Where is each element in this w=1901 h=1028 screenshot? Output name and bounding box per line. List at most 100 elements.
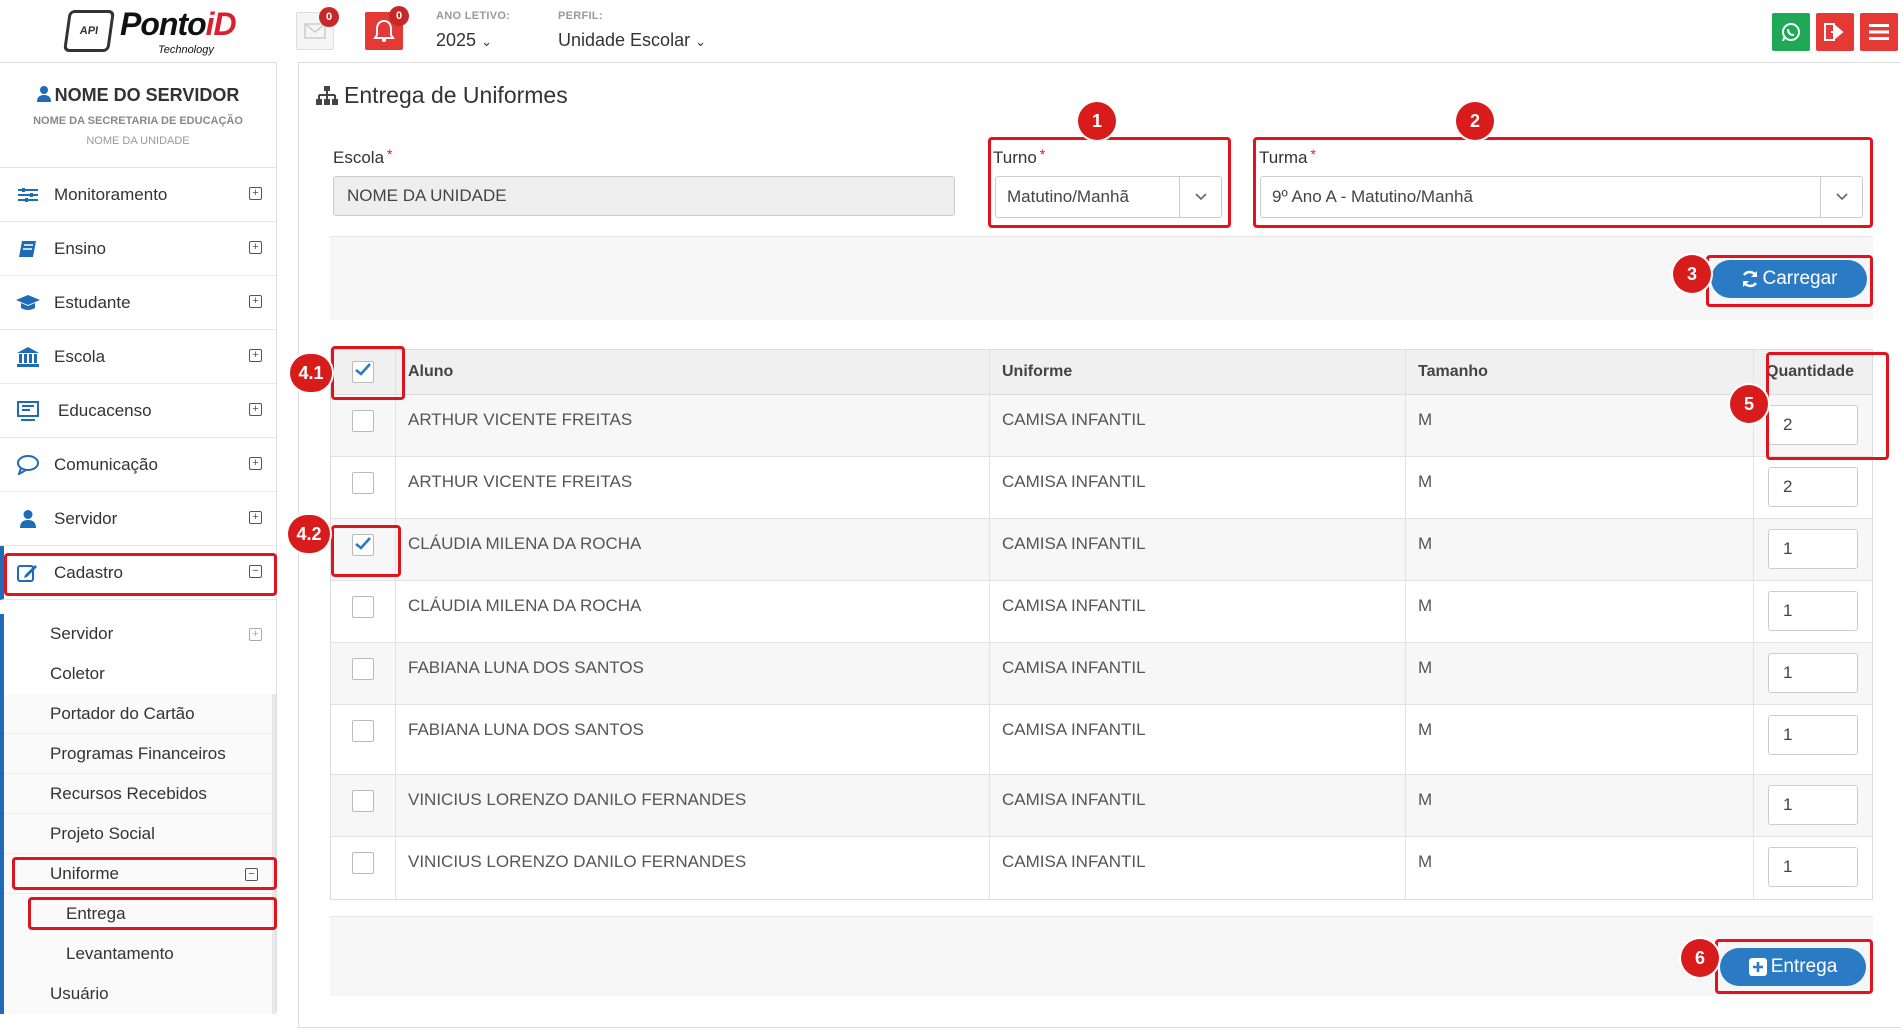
user-icon [16, 508, 40, 530]
logout-icon [1824, 23, 1844, 41]
highlight-turno [988, 137, 1231, 228]
expand-icon: + [249, 241, 262, 254]
quantidade-input[interactable]: 1 [1768, 653, 1858, 693]
sidebar-item-label: Comunicação [54, 454, 158, 474]
sidebar-item-label: Monitoramento [54, 184, 168, 204]
annotation-4-2: 4.2 [288, 515, 330, 553]
page-title: Entrega de Uniformes [316, 82, 568, 109]
table-row: ARTHUR VICENTE FREITAS CAMISA INFANTIL M 2 [331, 395, 1872, 457]
whatsapp-button[interactable] [1772, 13, 1810, 51]
chevron-down-icon: ⌄ [481, 34, 492, 49]
sidebar-subitem-levantamento[interactable]: Levantamento [4, 934, 272, 974]
top-bar: API PontoiD Technology 0 0 ANO LETIVO: 2… [0, 0, 1901, 62]
uniforme-cell: CAMISA INFANTIL [1002, 852, 1146, 871]
annotation-3: 3 [1673, 255, 1711, 293]
sidebar-subitem-coletor[interactable]: Coletor [4, 654, 276, 694]
aluno-cell: VINICIUS LORENZO DANILO FERNANDES [408, 852, 747, 871]
sidebar-item-escola[interactable]: Escola + [0, 330, 276, 384]
sidebar-subitem-servidor[interactable]: Servidor + [4, 614, 276, 654]
expand-icon: + [249, 457, 262, 470]
aluno-cell: FABIANA LUNA DOS SANTOS [408, 720, 644, 739]
table-row: FABIANA LUNA DOS SANTOS CAMISA INFANTIL M 1 [331, 643, 1872, 705]
annotation-2: 2 [1456, 102, 1494, 140]
quantidade-input[interactable]: 1 [1768, 785, 1858, 825]
chat-icon [16, 454, 40, 476]
expand-icon: + [249, 511, 262, 524]
uniforme-cell: CAMISA INFANTIL [1002, 410, 1146, 429]
table-row: CLÁUDIA MILENA DA ROCHA CAMISA INFANTIL M 1 [331, 581, 1872, 643]
sidebar-item-ensino[interactable]: Ensino + [0, 222, 276, 276]
row-checkbox[interactable] [352, 410, 374, 432]
sidebar-item-comunicacao[interactable]: Comunicação + [0, 438, 276, 492]
expand-icon: + [249, 628, 262, 641]
uniforme-cell: CAMISA INFANTIL [1002, 658, 1146, 677]
ano-letivo-dropdown[interactable]: 2025 ⌄ [436, 30, 492, 51]
expand-icon: + [249, 403, 262, 416]
expand-icon: + [249, 187, 262, 200]
row-checkbox[interactable] [352, 790, 374, 812]
sidebar-subitem-recursos[interactable]: Recursos Recebidos [4, 774, 272, 814]
quantidade-input[interactable]: 1 [1768, 529, 1858, 569]
row-checkbox[interactable] [352, 852, 374, 874]
highlight-row-checkbox [331, 525, 401, 577]
sidebar-item-educacenso[interactable]: Educacenso + [0, 384, 276, 438]
column-header-uniforme[interactable]: Uniforme [1002, 363, 1072, 381]
row-checkbox[interactable] [352, 472, 374, 494]
tamanho-cell: M [1418, 852, 1433, 871]
sidebar-subitem-projeto[interactable]: Projeto Social [4, 814, 272, 854]
graduation-cap-icon [16, 292, 40, 314]
row-checkbox[interactable] [352, 658, 374, 680]
hamburger-menu-button[interactable] [1860, 13, 1898, 51]
escola-field[interactable]: NOME DA UNIDADE [333, 176, 955, 216]
uniforme-cell: CAMISA INFANTIL [1002, 596, 1146, 615]
highlight-entrega [1715, 939, 1873, 994]
notifications-button[interactable]: 0 [365, 6, 409, 50]
sidebar-item-estudante[interactable]: Estudante + [0, 276, 276, 330]
row-checkbox[interactable] [352, 596, 374, 618]
sidebar-item-servidor[interactable]: Servidor + [0, 492, 276, 546]
table-row: CLÁUDIA MILENA DA ROCHA CAMISA INFANTIL M 1 [331, 519, 1872, 581]
table-row: FABIANA LUNA DOS SANTOS CAMISA INFANTIL M 1 [331, 705, 1872, 775]
uniforme-cell: CAMISA INFANTIL [1002, 472, 1146, 491]
quantidade-input[interactable]: 1 [1768, 715, 1858, 755]
aluno-cell: CLÁUDIA MILENA DA ROCHA [408, 534, 642, 553]
annotation-5: 5 [1730, 385, 1768, 423]
perfil-label: PERFIL: [558, 10, 603, 22]
highlight-select-all [331, 346, 405, 400]
cadastro-submenu-list: Portador do Cartão Programas Financeiros… [0, 694, 276, 1014]
sidebar-item-label: Ensino [54, 238, 106, 258]
quantidade-input[interactable]: 2 [1768, 467, 1858, 507]
aluno-cell: FABIANA LUNA DOS SANTOS [408, 658, 644, 677]
user-icon [36, 86, 51, 102]
expand-icon: + [249, 349, 262, 362]
perfil-dropdown[interactable]: Unidade Escolar ⌄ [558, 30, 706, 51]
load-toolbar [330, 236, 1873, 320]
tamanho-cell: M [1418, 534, 1433, 553]
column-header-tamanho[interactable]: Tamanho [1418, 363, 1488, 381]
cadastro-submenu: Servidor + Coletor [0, 614, 276, 694]
logout-button[interactable] [1816, 13, 1854, 51]
quantidade-input[interactable]: 1 [1768, 591, 1858, 631]
uniforme-cell: CAMISA INFANTIL [1002, 720, 1146, 739]
messages-button[interactable]: 0 [296, 7, 339, 50]
tamanho-cell: M [1418, 410, 1433, 429]
row-checkbox[interactable] [352, 720, 374, 742]
tamanho-cell: M [1418, 658, 1433, 677]
sidebar-subitem-programas[interactable]: Programas Financeiros [4, 734, 272, 774]
highlight-turma [1253, 137, 1873, 228]
sidebar-subitem-usuario[interactable]: Usuário [4, 974, 272, 1014]
sidebar-item-monitoramento[interactable]: Monitoramento + [0, 168, 276, 222]
aluno-cell: ARTHUR VICENTE FREITAS [408, 472, 633, 491]
aluno-cell: CLÁUDIA MILENA DA ROCHA [408, 596, 642, 615]
sidebar-subitem-portador[interactable]: Portador do Cartão [4, 694, 272, 734]
pontoid-logo[interactable]: API PontoiD Technology [48, 2, 237, 60]
tamanho-cell: M [1418, 596, 1433, 615]
quantidade-input[interactable]: 1 [1768, 847, 1858, 887]
footer-toolbar [330, 916, 1873, 996]
annotation-4-1: 4.1 [290, 354, 332, 392]
user-name: NOME DO SERVIDOR [0, 85, 276, 106]
annotation-1: 1 [1078, 102, 1116, 140]
column-header-aluno[interactable]: Aluno [408, 363, 453, 381]
table-row: VINICIUS LORENZO DANILO FERNANDES CAMISA … [331, 775, 1872, 837]
expand-icon: + [249, 295, 262, 308]
